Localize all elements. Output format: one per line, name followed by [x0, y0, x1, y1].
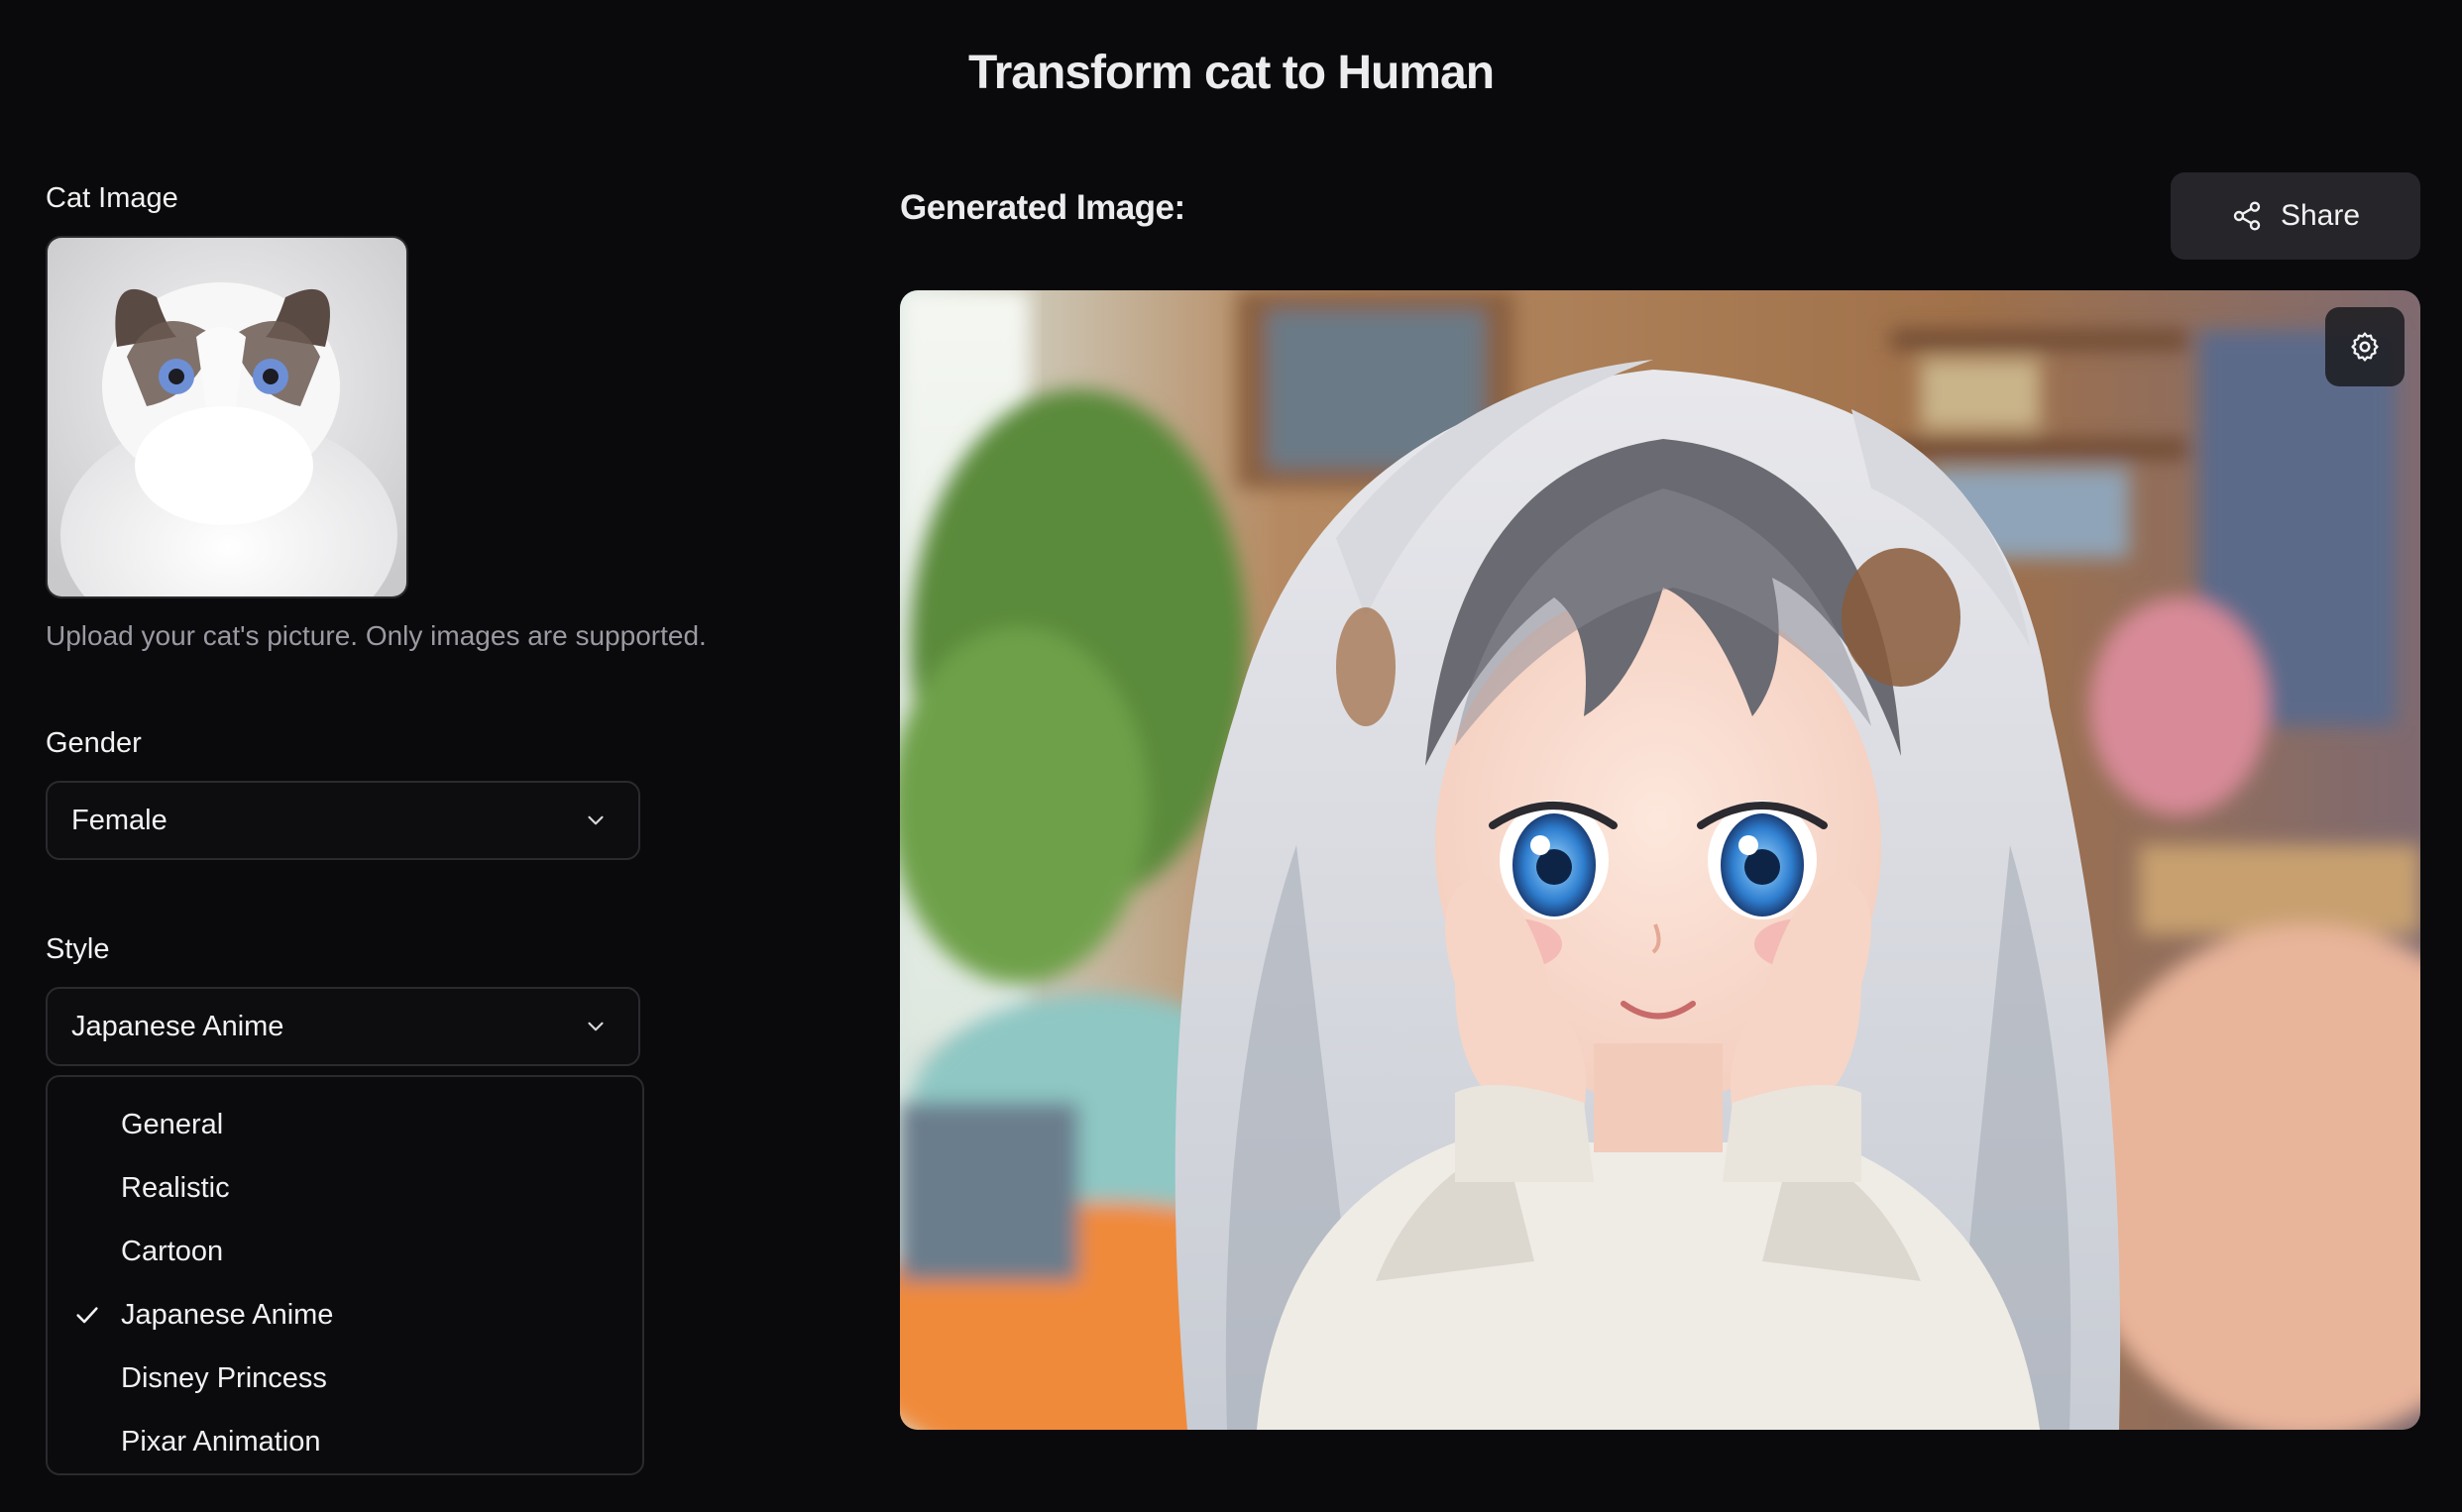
gender-select[interactable]: Female: [46, 781, 640, 860]
style-option-general[interactable]: General: [48, 1093, 642, 1156]
chevron-down-icon: [588, 1022, 604, 1031]
cat-image-hint: Upload your cat's picture. Only images a…: [46, 620, 707, 651]
style-option-cartoon[interactable]: Cartoon: [48, 1220, 642, 1283]
style-option-pixar-animation[interactable]: Pixar Animation: [48, 1410, 642, 1473]
cat-image-upload[interactable]: [46, 236, 408, 598]
share-button[interactable]: Share: [2171, 172, 2420, 260]
gear-icon: [2351, 332, 2379, 362]
option-label: General: [121, 1108, 224, 1140]
image-settings-button[interactable]: [2325, 307, 2405, 386]
chevron-down-icon: [588, 815, 604, 825]
option-label: Cartoon: [121, 1235, 224, 1267]
cat-image-label: Cat Image: [46, 182, 178, 214]
option-label: Pixar Animation: [121, 1425, 321, 1458]
generated-image: [900, 290, 2420, 1430]
style-dropdown-menu: General Realistic Cartoon Japanese Anime…: [46, 1075, 644, 1475]
style-option-disney-princess[interactable]: Disney Princess: [48, 1347, 642, 1410]
check-icon: [76, 1307, 98, 1324]
cat-photo: [48, 238, 406, 596]
gender-label: Gender: [46, 727, 142, 759]
style-label: Style: [46, 933, 110, 965]
generated-image-label: Generated Image:: [900, 188, 1185, 227]
style-option-japanese-anime[interactable]: Japanese Anime: [48, 1283, 642, 1347]
option-label: Japanese Anime: [121, 1298, 334, 1331]
share-button-label: Share: [2280, 199, 2361, 232]
option-label: Realistic: [121, 1171, 230, 1204]
page-title: Transform cat to Human: [967, 47, 1495, 99]
anime-girl-illustration: [900, 290, 2420, 1430]
share-icon: [2233, 201, 2261, 231]
option-label: Disney Princess: [121, 1361, 327, 1394]
gender-select-value: Female: [71, 804, 168, 836]
style-select[interactable]: Japanese Anime: [46, 987, 640, 1066]
style-option-realistic[interactable]: Realistic: [48, 1156, 642, 1220]
style-select-value: Japanese Anime: [71, 1010, 284, 1042]
page: Transform cat to Human Cat Image Upload …: [0, 0, 2462, 1512]
